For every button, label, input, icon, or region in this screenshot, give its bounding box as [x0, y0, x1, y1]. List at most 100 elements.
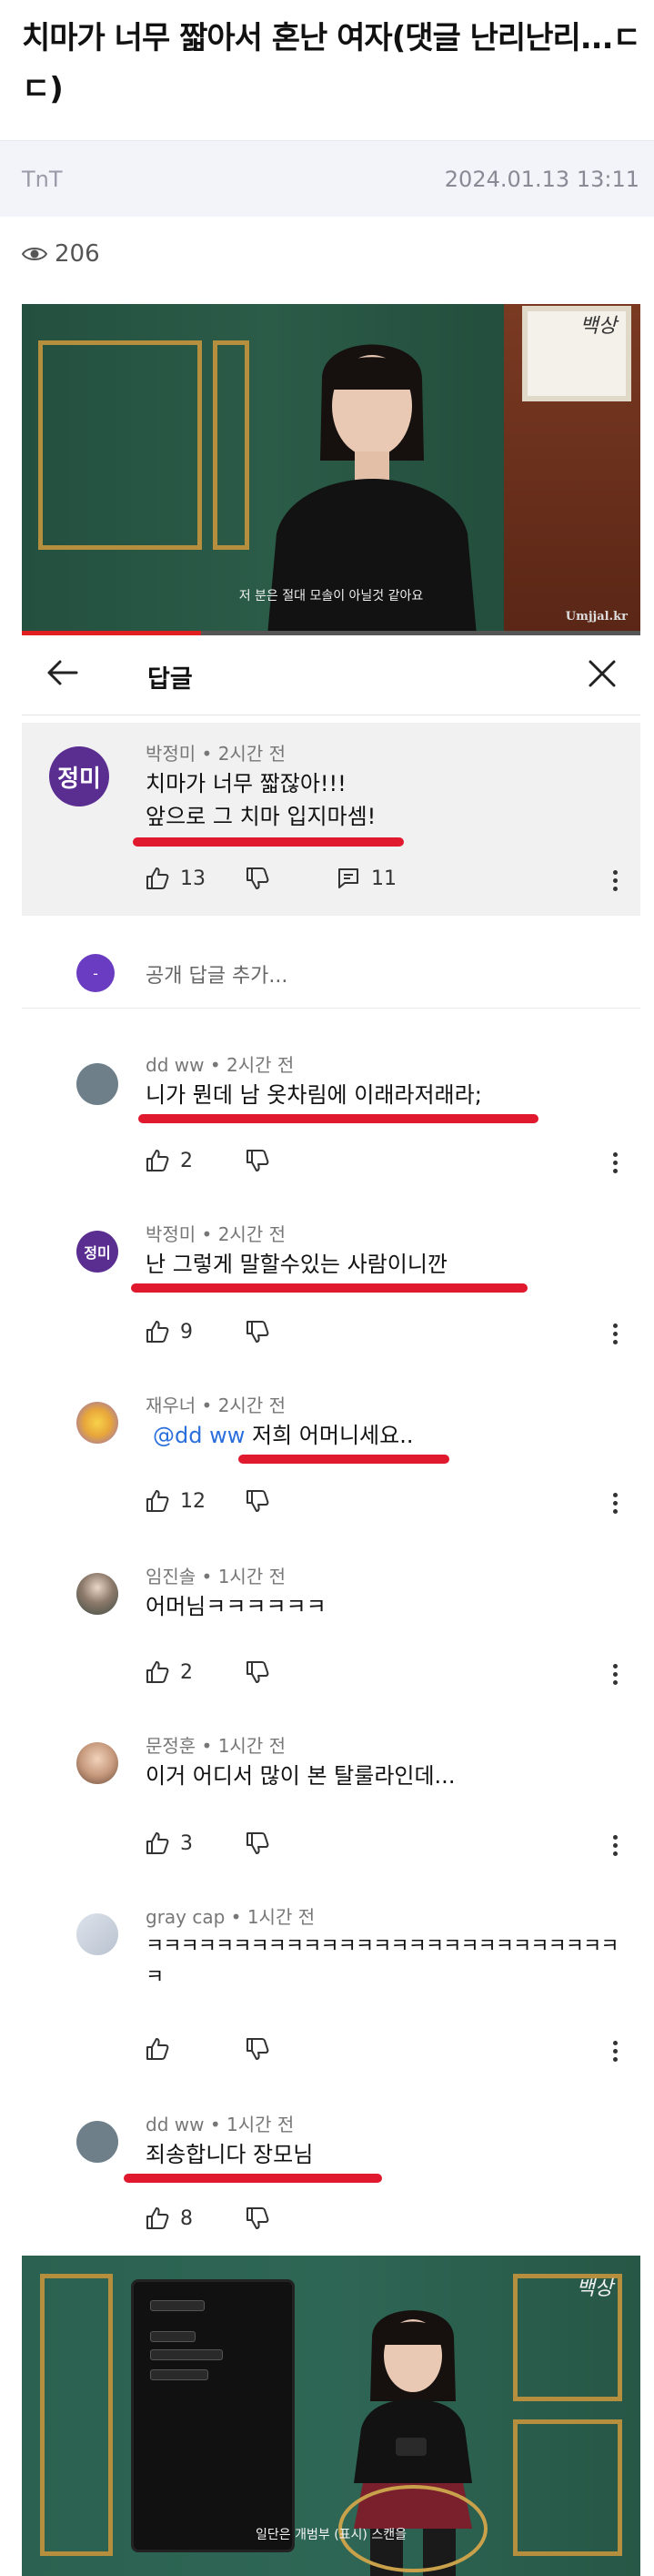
channel-logo: 백상: [579, 315, 617, 338]
comment-author[interactable]: dd ww • 1시간 전: [146, 2110, 294, 2136]
comment-author[interactable]: 재우너 • 2시간 전: [146, 1391, 286, 1417]
post-meta-bar: TnT 2024.01.13 13:11: [0, 140, 654, 217]
close-icon[interactable]: [588, 659, 617, 692]
mention-link[interactable]: @dd ww: [153, 1423, 245, 1448]
red-underline: [131, 1283, 528, 1293]
wall-panel: [40, 2274, 113, 2556]
watermark: Umjjal.kr: [565, 610, 628, 624]
comment-text: 난 그렇게 말할수있는 사람이니깐: [146, 1252, 448, 1277]
comment-author[interactable]: dd ww • 2시간 전: [146, 1050, 294, 1077]
comment-text: 치마가 너무 짧잖아!!!: [146, 771, 347, 796]
like-count: 8: [180, 2206, 193, 2230]
like-count: 12: [180, 1489, 206, 1513]
comment-author[interactable]: 문정훈 • 1시간 전: [146, 1731, 286, 1758]
comment-author[interactable]: 박정미 • 2시간 전: [146, 739, 286, 766]
top-video-still[interactable]: 백상 저 분은 절대 모솔이 아닐것 같아요 Umjjal.kr: [22, 304, 640, 635]
avatar[interactable]: [76, 1402, 118, 1444]
post-date: 2024.01.13 13:11: [444, 167, 639, 192]
comment-text: @dd ww 저희 어머니세요..: [153, 1420, 413, 1451]
bottom-video-still[interactable]: 백상 일단은 개범부 (표시) 스캔을: [22, 2256, 640, 2576]
dislike-button[interactable]: [246, 1660, 269, 1684]
like-button[interactable]: 3: [146, 1831, 193, 1855]
more-options-icon[interactable]: [611, 2041, 619, 2064]
like-count: 2: [180, 1660, 193, 1684]
wall-panel: [38, 340, 202, 550]
comment-body: 저희 어머니세요..: [252, 1423, 414, 1448]
red-underline: [133, 837, 404, 847]
like-button[interactable]: 9: [146, 1320, 193, 1344]
comment-author[interactable]: 박정미 • 2시간 전: [146, 1220, 286, 1246]
comment-text: 앞으로 그 치마 입지마셈!: [146, 804, 377, 829]
thumbs-up-icon: [146, 867, 169, 890]
dislike-button[interactable]: [246, 1489, 269, 1513]
post-author[interactable]: TnT: [22, 167, 63, 192]
reply-count-button[interactable]: 11: [337, 867, 397, 890]
like-count: 2: [180, 1149, 193, 1172]
replies-title: 답글: [147, 665, 193, 694]
more-options-icon[interactable]: [611, 1835, 619, 1859]
avatar[interactable]: [76, 1742, 118, 1784]
like-count: 3: [180, 1831, 193, 1855]
eye-icon: [22, 246, 47, 262]
avatar: -: [76, 954, 115, 992]
red-underline: [238, 1455, 449, 1464]
wall-panel: [213, 340, 249, 550]
phone-screen-overlay: [131, 2279, 295, 2552]
avatar[interactable]: [76, 1063, 118, 1105]
arrow-left-icon[interactable]: [45, 659, 78, 690]
more-options-icon[interactable]: [611, 1664, 619, 1688]
dislike-button[interactable]: [246, 1831, 269, 1855]
like-button[interactable]: 12: [146, 1489, 206, 1513]
thumbs-down-icon: [246, 867, 269, 890]
more-options-icon[interactable]: [611, 1323, 619, 1347]
like-button[interactable]: 2: [146, 1660, 193, 1684]
thumbs-down-icon: [246, 1660, 269, 1684]
add-reply-row[interactable]: - 공개 답글 추가...: [22, 936, 640, 1009]
reply-input[interactable]: 공개 답글 추가...: [146, 959, 287, 989]
thumbs-down-icon: [246, 2206, 269, 2230]
avatar[interactable]: [76, 1573, 118, 1615]
comment-text: 니가 뭔데 남 옷차림에 이래라저래라;: [146, 1082, 482, 1108]
comment-author[interactable]: gray cap • 1시간 전: [146, 1902, 315, 1929]
video-subtitle: 일단은 개범부 (표시) 스캔을: [256, 2528, 407, 2542]
parent-comment: 정미 박정미 • 2시간 전 치마가 너무 짧잖아!!! 앞으로 그 치마 입지…: [22, 723, 640, 916]
like-button[interactable]: [146, 2037, 180, 2061]
replies-panel: 답글 정미 박정미 • 2시간 전 치마가 너무 짧잖아!!! 앞으로 그 치마…: [22, 635, 640, 2246]
view-count: 206: [22, 238, 100, 269]
more-options-icon[interactable]: [611, 1152, 619, 1176]
more-options-icon[interactable]: [611, 870, 619, 894]
comment-text: 이거 어디서 많이 본 탈룰라인데...: [146, 1763, 456, 1789]
view-count-value: 206: [55, 240, 100, 268]
avatar[interactable]: 정미: [76, 1231, 118, 1273]
thumbs-up-icon: [146, 1149, 169, 1172]
thumbs-down-icon: [246, 2037, 269, 2061]
thumbs-down-icon: [246, 1489, 269, 1513]
thumbs-down-icon: [246, 1149, 269, 1172]
red-underline: [124, 2174, 382, 2183]
dislike-button[interactable]: [246, 1149, 269, 1172]
thumbs-up-icon: [146, 2206, 169, 2230]
post-title: 치마가 너무 짧아서 혼난 여자(댓글 난리난리...ㄷㄷ): [22, 20, 641, 107]
red-underline: [138, 1114, 538, 1123]
thumbs-up-icon: [146, 2037, 169, 2061]
comment-text: ㅋㅋㅋㅋㅋㅋㅋㅋㅋㅋㅋㅋㅋㅋㅋㅋㅋㅋㅋㅋㅋㅋㅋㅋㅋㅋㅋㅋ: [146, 1935, 619, 1989]
thumbs-up-icon: [146, 1831, 169, 1855]
avatar[interactable]: [76, 2121, 118, 2163]
like-count: 13: [180, 867, 206, 890]
avatar[interactable]: [76, 1913, 118, 1955]
dislike-button[interactable]: [246, 867, 269, 890]
thumbs-up-icon: [146, 1660, 169, 1684]
comment-icon: [337, 867, 360, 890]
comment-text: 죄송합니다 장모님: [146, 2142, 314, 2167]
reply-count: 11: [371, 867, 397, 890]
replies-header: 답글: [22, 635, 640, 715]
more-options-icon[interactable]: [611, 1493, 619, 1516]
like-button[interactable]: 2: [146, 1149, 193, 1172]
dislike-button[interactable]: [246, 1320, 269, 1344]
comment-author[interactable]: 임진솔 • 1시간 전: [146, 1562, 286, 1588]
dislike-button[interactable]: [246, 2037, 269, 2061]
like-button[interactable]: 8: [146, 2206, 193, 2230]
avatar[interactable]: 정미: [49, 746, 109, 806]
dislike-button[interactable]: [246, 2206, 269, 2230]
like-button[interactable]: 13: [146, 867, 206, 890]
